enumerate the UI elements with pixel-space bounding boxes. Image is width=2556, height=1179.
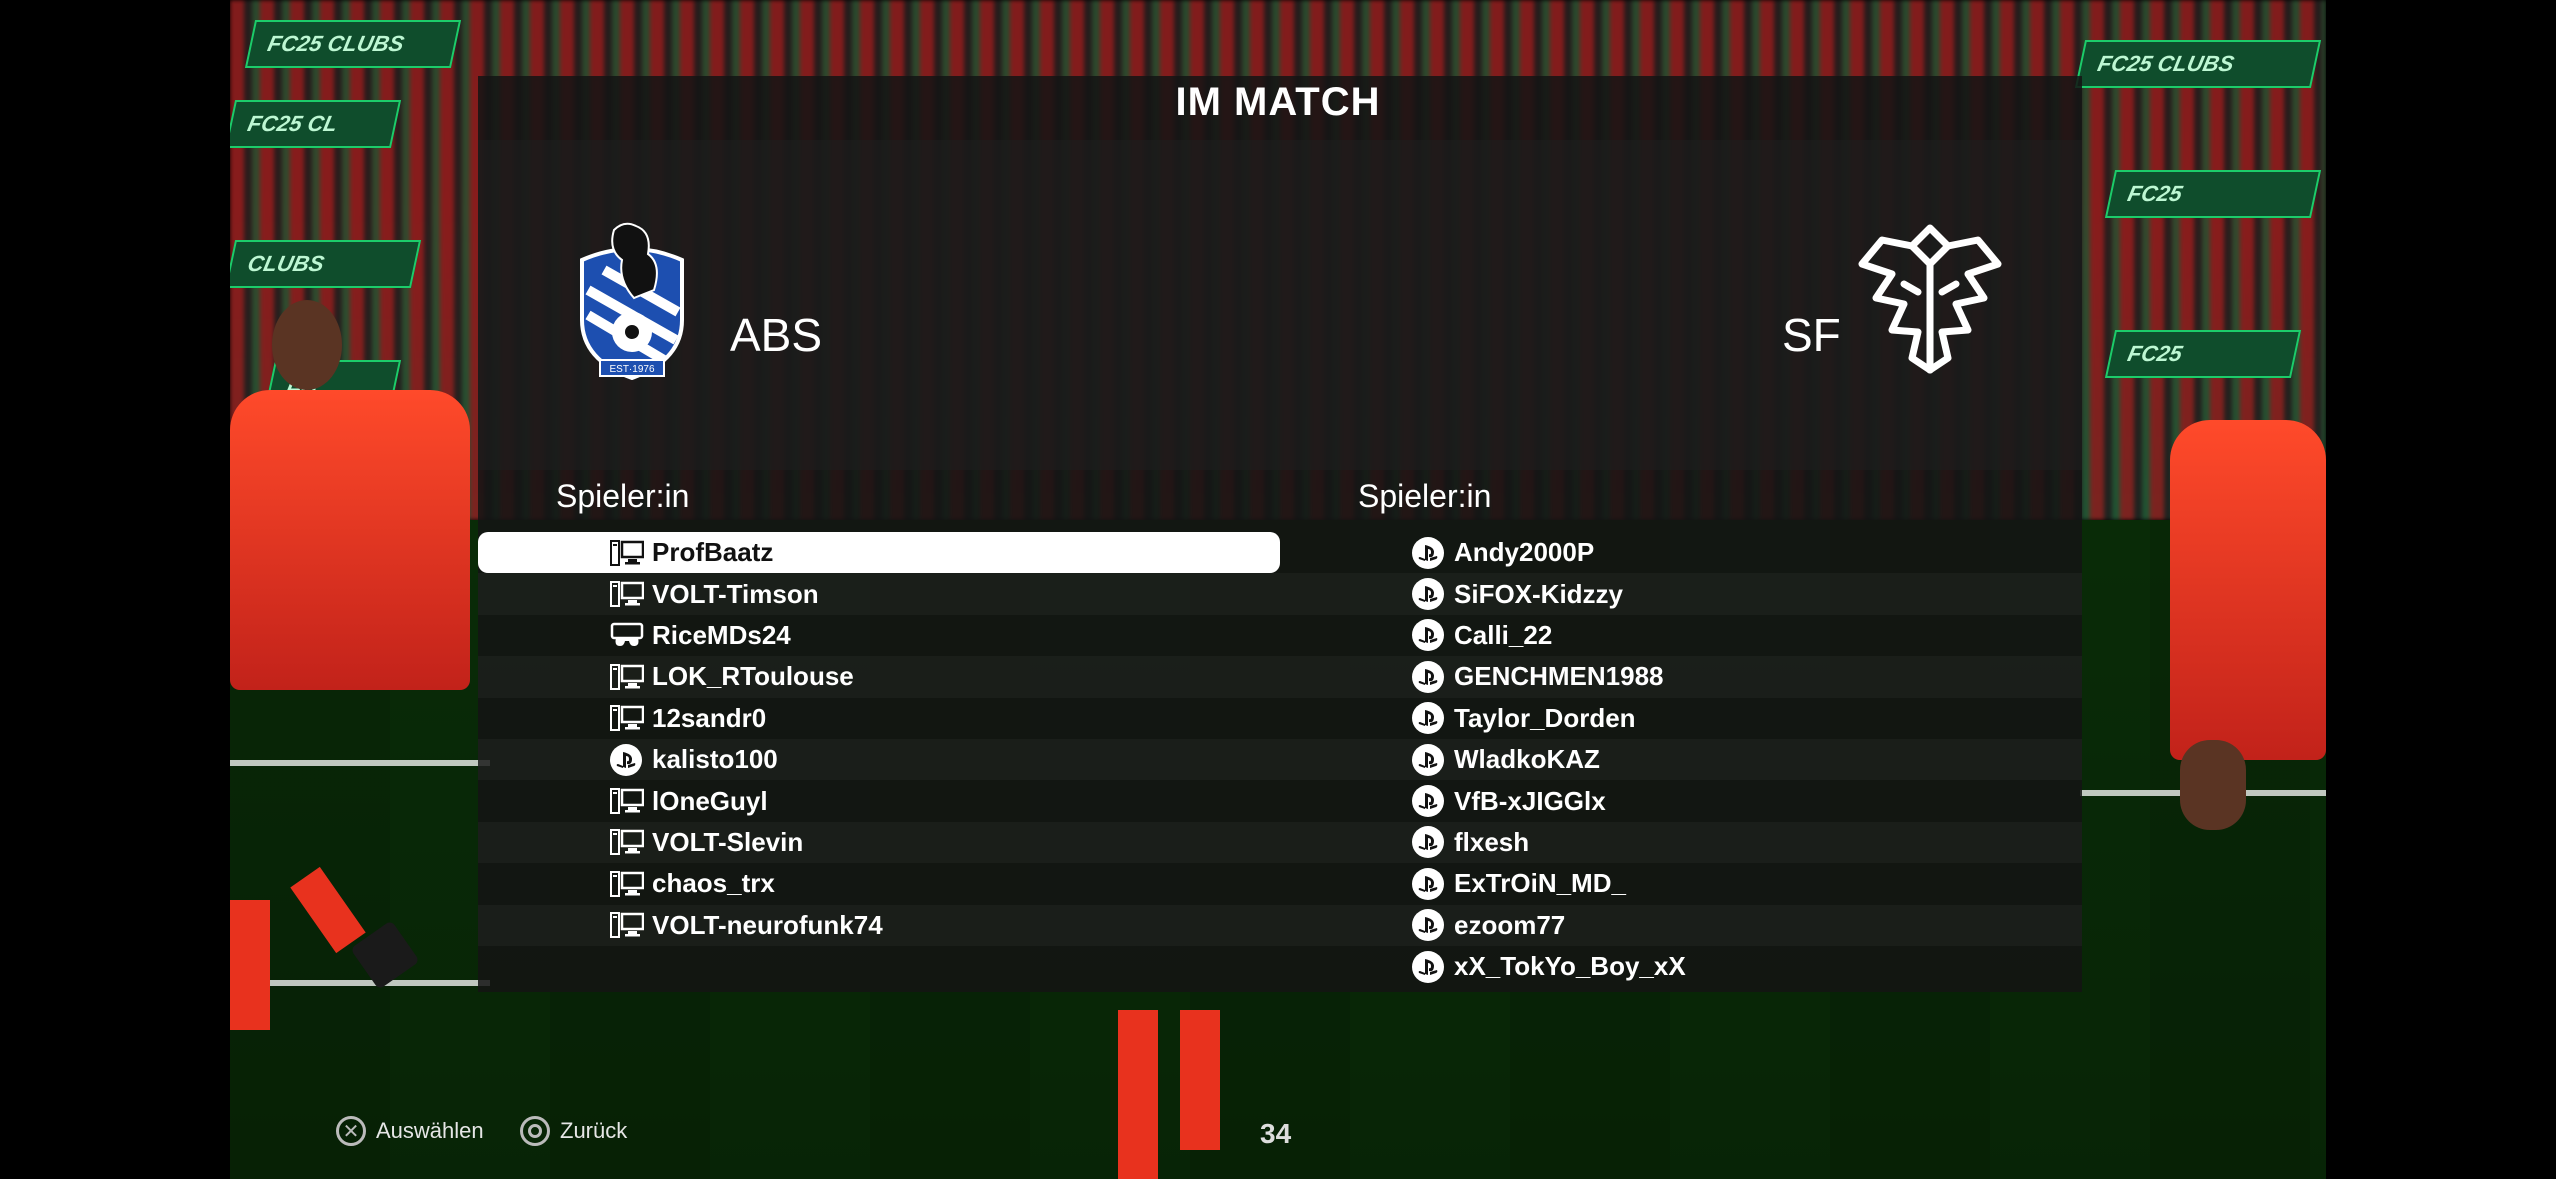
pc-icon [610,539,644,566]
player-name: RiceMDs24 [652,619,791,650]
home-player-row[interactable]: lOneGuyl [478,780,1280,821]
home-player-row[interactable]: VOLT-neurofunk74 [478,905,1280,946]
back-hint[interactable]: Zurück [520,1116,627,1146]
back-hint-label: Zurück [560,1118,628,1143]
home-player-row[interactable]: VOLT-Slevin [478,822,1280,863]
select-hint[interactable]: ✕ Auswählen [336,1116,484,1146]
home-player-row[interactable]: ProfBaatz [478,532,1280,574]
player-name: Andy2000P [1454,537,1595,568]
player-sock [1118,1010,1158,1179]
home-players-header: Spieler:in [556,478,690,514]
away-player-row[interactable]: Calli_22 [1280,615,2082,656]
player-sock [1180,1010,1220,1150]
home-player-row[interactable]: RiceMDs24 [478,615,1280,656]
page-title: IM MATCH [1175,80,1381,124]
pc-icon [610,870,644,897]
player-name: chaos_trx [652,868,775,899]
player-name: WladkoKAZ [1454,744,1600,775]
player-name: kalisto100 [652,744,778,775]
player-name: GENCHMEN1988 [1454,661,1664,692]
player-name: ezoom77 [1454,909,1566,940]
player-hand [2180,740,2246,830]
playstation-icon [1412,578,1444,611]
circle-button-icon [520,1116,550,1146]
away-player-row[interactable]: ezoom77 [1280,905,2082,946]
svg-text:EST·1976: EST·1976 [609,364,654,375]
stadium-banner: FC25 [2104,330,2302,378]
playstation-icon [610,743,642,776]
playstation-icon [1412,660,1444,693]
player-name: 12sandr0 [652,702,767,733]
away-players-header: Spieler:in [1358,478,1492,514]
away-player-row[interactable]: WladkoKAZ [1280,739,2082,780]
away-player-row[interactable]: Taylor_Dorden [1280,698,2082,739]
player-name: Calli_22 [1454,619,1553,650]
pitch-line [230,760,490,766]
away-player-list: Andy2000P SiFOX-Kidzzy Calli_22 GENCHMEN198… [1280,532,2082,987]
playstation-icon [1412,785,1444,818]
away-player-row[interactable]: Andy2000P [1280,532,2082,573]
playstation-icon [1412,536,1444,569]
stadium-banner: FC25 [2104,170,2322,218]
player-name: LOK_RToulouse [652,661,854,692]
pc-icon [610,829,644,856]
home-player-list: ProfBaatz VOLT-Timson RiceMDs24 LOK_RToulou… [478,532,1280,946]
bear-crest-icon: EST·1976 [574,220,690,381]
player-count: 34 [1260,1118,1292,1149]
home-player-row[interactable]: VOLT-Timson [478,573,1280,614]
home-player-row[interactable]: 12sandr0 [478,698,1280,739]
away-player-row[interactable]: xX_TokYo_Boy_xX [1280,946,2082,987]
home-player-row[interactable]: chaos_trx [478,863,1280,904]
player-name: SiFOX-Kidzzy [1454,578,1624,609]
playstation-icon [1412,826,1444,859]
player-name: lOneGuyl [652,785,768,816]
player-name: flxesh [1454,826,1530,857]
match-header-area [478,140,2082,470]
player-name: VOLT-neurofunk74 [652,909,883,940]
away-player-row[interactable]: VfB-xJIGGlx [1280,780,2082,821]
select-hint-label: Auswählen [376,1118,484,1143]
player-name: VOLT-Timson [652,578,819,609]
player-name: Taylor_Dorden [1454,702,1636,733]
pc-icon [610,788,644,815]
away-player-row[interactable]: ExTrOiN_MD_ [1280,863,2082,904]
home-player-row[interactable]: LOK_RToulouse [478,656,1280,697]
away-player-row[interactable]: GENCHMEN1988 [1280,656,2082,697]
away-team-abbr: SF [1782,309,1841,361]
player-body [230,390,470,690]
pc-icon [610,581,644,608]
pc-icon [610,705,644,732]
home-player-row[interactable]: kalisto100 [478,739,1280,780]
playstation-icon [1412,909,1444,942]
home-team-abbr: ABS [730,309,823,361]
cross-button-icon: ✕ [336,1116,366,1146]
playstation-icon [1412,702,1444,735]
player-name: VOLT-Slevin [652,826,804,857]
playstation-icon [1412,950,1444,983]
away-player-row[interactable]: SiFOX-Kidzzy [1280,573,2082,614]
player-name: ProfBaatz [652,537,774,568]
player-name: VfB-xJIGGlx [1454,785,1606,816]
console-icon [610,622,644,648]
player-name: ExTrOiN_MD_ [1454,868,1626,899]
playstation-icon [1412,619,1444,652]
pc-icon [610,663,644,690]
player-sock [230,900,270,1030]
lion-crest-icon [1852,220,2008,376]
player-head [272,300,342,390]
playstation-icon [1412,743,1444,776]
pc-icon [610,912,644,939]
player-name: xX_TokYo_Boy_xX [1454,951,1686,982]
stadium-banner: CLUBS [230,240,422,288]
playstation-icon [1412,867,1444,900]
away-player-row[interactable]: flxesh [1280,822,2082,863]
player-body [2170,420,2326,760]
stadium-banner: FC25 CLUBS [244,20,462,68]
